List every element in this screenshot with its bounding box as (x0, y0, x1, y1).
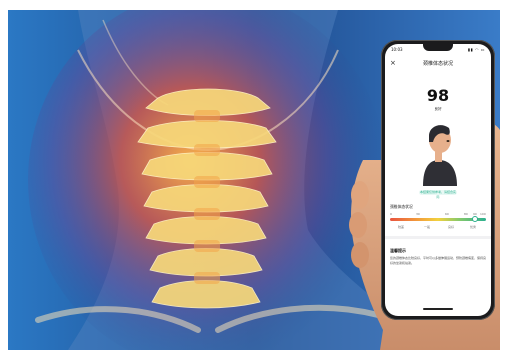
posture-score: 98 (426, 86, 450, 105)
status-time: 10:03 (391, 47, 403, 52)
phone-screen: 10:03 ▮▮ ◠ ▭ × 颈椎体态状况 98 良好 本结果仅供参考，请结合实… (385, 44, 491, 316)
status-icons: ▮▮ ◠ ▭ (467, 47, 485, 52)
meter-label: 优秀 (470, 225, 477, 229)
meter-tick: 100 (480, 212, 486, 216)
meter-title: 颈椎体态状况 (390, 204, 413, 209)
section-divider (385, 236, 491, 239)
meter-tick: 0 (390, 212, 392, 216)
meter-label: 一般 (424, 225, 431, 229)
photo-scene: 10:03 ▮▮ ◠ ▭ × 颈椎体态状况 98 良好 本结果仅供参考，请结合实… (8, 10, 500, 350)
person-profile-figure (423, 125, 457, 186)
smartphone: 10:03 ▮▮ ◠ ▭ × 颈椎体态状况 98 良好 本结果仅供参考，请结合实… (381, 40, 495, 320)
meter-tick: 60 (445, 212, 449, 216)
tips-title: 温馨提示 (390, 248, 406, 253)
meter-tick: 80 (464, 212, 468, 216)
page-title: 颈椎体态状况 (422, 61, 453, 67)
meter-indicator (472, 216, 478, 222)
tips-body: 您的颈椎体态比较良好，平时可以多做伸展运动，预防颈椎病变，保持良好的坐姿和站姿。 (390, 256, 487, 265)
meter-tick: 30 (416, 212, 420, 216)
home-indicator (423, 308, 453, 310)
assessment-note: 本结果仅供参考，请结合实际 (419, 190, 457, 199)
score-label: 良好 (434, 107, 442, 111)
meter-label: 良好 (448, 225, 455, 229)
meter-label: 较差 (398, 225, 405, 229)
phone-notch (423, 44, 453, 51)
